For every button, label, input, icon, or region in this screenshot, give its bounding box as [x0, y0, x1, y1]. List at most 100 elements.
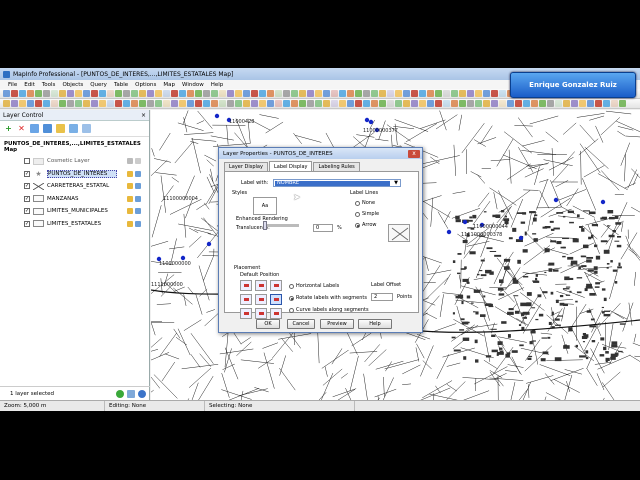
layer-visibility-checkbox[interactable]: ✓: [24, 208, 30, 215]
move-down-icon[interactable]: [43, 124, 52, 133]
toolbar-button-icon[interactable]: [83, 90, 90, 97]
toolbar-button-icon[interactable]: [387, 90, 394, 97]
toolbar-button-icon[interactable]: [3, 100, 10, 107]
toolbar-button-icon[interactable]: [275, 90, 282, 97]
menu-table[interactable]: Table: [114, 82, 128, 88]
toolbar-button-icon[interactable]: [387, 100, 394, 107]
move-up-icon[interactable]: [30, 124, 39, 133]
toolbar-button-icon[interactable]: [99, 100, 106, 107]
layer-row-puntos[interactable]: ✓ ★ PUNTOS_DE_INTERES: [0, 168, 149, 181]
toolbar-button-icon[interactable]: [467, 90, 474, 97]
menu-edit[interactable]: Edit: [24, 82, 35, 88]
menu-help[interactable]: Help: [211, 82, 224, 88]
toolbar-button-icon[interactable]: [307, 90, 314, 97]
toolbar-button-icon[interactable]: [467, 100, 474, 107]
toolbar-button-icon[interactable]: [179, 100, 186, 107]
toolbar-button-icon[interactable]: [443, 90, 450, 97]
layer-visibility-checkbox[interactable]: ✓: [24, 183, 30, 190]
menu-options[interactable]: Options: [135, 82, 156, 88]
curve-labels-radio[interactable]: Curve labels along segments: [289, 307, 369, 313]
toolbar-button-icon[interactable]: [43, 100, 50, 107]
toolbar-button-icon[interactable]: [43, 90, 50, 97]
toolbar-button-icon[interactable]: [187, 90, 194, 97]
toolbar-button-icon[interactable]: [195, 90, 202, 97]
layer-row-limites-municipales[interactable]: ✓ LIMITES_MUNICIPALES: [0, 205, 149, 218]
chevron-down-icon[interactable]: ▼: [392, 180, 400, 186]
add-layer-icon[interactable]: +: [4, 124, 13, 133]
toolbar-button-icon[interactable]: [51, 90, 58, 97]
toolbar-button-icon[interactable]: [435, 90, 442, 97]
toolbar-button-icon[interactable]: [259, 100, 266, 107]
toolbar-button-icon[interactable]: [315, 90, 322, 97]
translucency-slider[interactable]: [263, 221, 299, 230]
toolbar-button-icon[interactable]: [283, 100, 290, 107]
toolbar-button-icon[interactable]: [299, 100, 306, 107]
toolbar-button-icon[interactable]: [171, 100, 178, 107]
slider-thumb[interactable]: [263, 221, 267, 230]
toolbar-button-icon[interactable]: [531, 100, 538, 107]
toolbar-button-icon[interactable]: [411, 100, 418, 107]
poi-point[interactable]: [600, 199, 606, 205]
toolbar-button-icon[interactable]: [371, 100, 378, 107]
toolbar-button-icon[interactable]: [419, 100, 426, 107]
toolbar-button-icon[interactable]: [35, 100, 42, 107]
toolbar-button-icon[interactable]: [419, 90, 426, 97]
toolbar-button-icon[interactable]: [11, 90, 18, 97]
toolbar-button-icon[interactable]: [267, 100, 274, 107]
label-line-none-radio[interactable]: None: [355, 200, 375, 206]
toolbar-button-icon[interactable]: [243, 100, 250, 107]
rotate-labels-radio[interactable]: Rotate labels with segments: [289, 295, 367, 301]
toolbar-button-icon[interactable]: [523, 100, 530, 107]
toolbar-button-icon[interactable]: [139, 90, 146, 97]
toolbar-button-icon[interactable]: [219, 100, 226, 107]
toolbar-button-icon[interactable]: [347, 100, 354, 107]
toolbar-button-icon[interactable]: [323, 100, 330, 107]
toolbar-button-icon[interactable]: [67, 100, 74, 107]
toolbar-button-icon[interactable]: [595, 100, 602, 107]
toolbar-button-icon[interactable]: [219, 90, 226, 97]
toolbar-button-icon[interactable]: [155, 90, 162, 97]
edit-icon[interactable]: [127, 170, 133, 177]
toolbar-button-icon[interactable]: [307, 100, 314, 107]
toolbar-button-icon[interactable]: [579, 100, 586, 107]
label-with-select[interactable]: NOMBRE ▼: [273, 179, 401, 187]
toolbar-button-icon[interactable]: [235, 100, 242, 107]
toolbar-button-icon[interactable]: [3, 90, 10, 97]
poi-point[interactable]: [206, 241, 212, 247]
toolbar-button-icon[interactable]: [211, 100, 218, 107]
toolbar-button-icon[interactable]: [507, 100, 514, 107]
poi-point[interactable]: [446, 229, 452, 235]
toolbar-button-icon[interactable]: [411, 90, 418, 97]
toolbar-button-icon[interactable]: [131, 90, 138, 97]
toolbar-button-icon[interactable]: [155, 100, 162, 107]
layer-row-limites-estatales[interactable]: ✓ LIMITES_ESTATALES: [0, 218, 149, 231]
poi-point[interactable]: [518, 235, 524, 241]
toolbar-button-icon[interactable]: [283, 90, 290, 97]
edit-icon[interactable]: [127, 158, 133, 165]
select-icon[interactable]: [135, 220, 141, 227]
toolbar-button-icon[interactable]: [67, 90, 74, 97]
toolbar-button-icon[interactable]: [435, 100, 442, 107]
toolbar-button-icon[interactable]: [187, 100, 194, 107]
options-icon[interactable]: [127, 389, 135, 398]
layer-properties-icon[interactable]: [56, 124, 65, 133]
layer-visibility-checkbox[interactable]: ✓: [24, 195, 30, 202]
toolbar-button-icon[interactable]: [355, 90, 362, 97]
toolbar-button-icon[interactable]: [555, 100, 562, 107]
toolbar-button-icon[interactable]: [331, 100, 338, 107]
position-bottom-left[interactable]: [240, 308, 252, 319]
dialog-close-icon[interactable]: x: [408, 149, 420, 158]
toolbar-button-icon[interactable]: [275, 100, 282, 107]
select-icon[interactable]: [135, 183, 141, 190]
edit-icon[interactable]: [127, 195, 133, 202]
toolbar-button-icon[interactable]: [371, 90, 378, 97]
toolbar-button-icon[interactable]: [211, 90, 218, 97]
layer-visibility-checkbox[interactable]: ✓: [24, 220, 30, 227]
toolbar-button-icon[interactable]: [347, 90, 354, 97]
position-center[interactable]: [255, 294, 267, 305]
toolbar-button-icon[interactable]: [427, 90, 434, 97]
label-line-arrow-radio[interactable]: Arrow: [355, 222, 376, 228]
toolbar-button-icon[interactable]: [123, 100, 130, 107]
preview-button[interactable]: Preview: [320, 319, 354, 329]
toolbar-button-icon[interactable]: [91, 100, 98, 107]
